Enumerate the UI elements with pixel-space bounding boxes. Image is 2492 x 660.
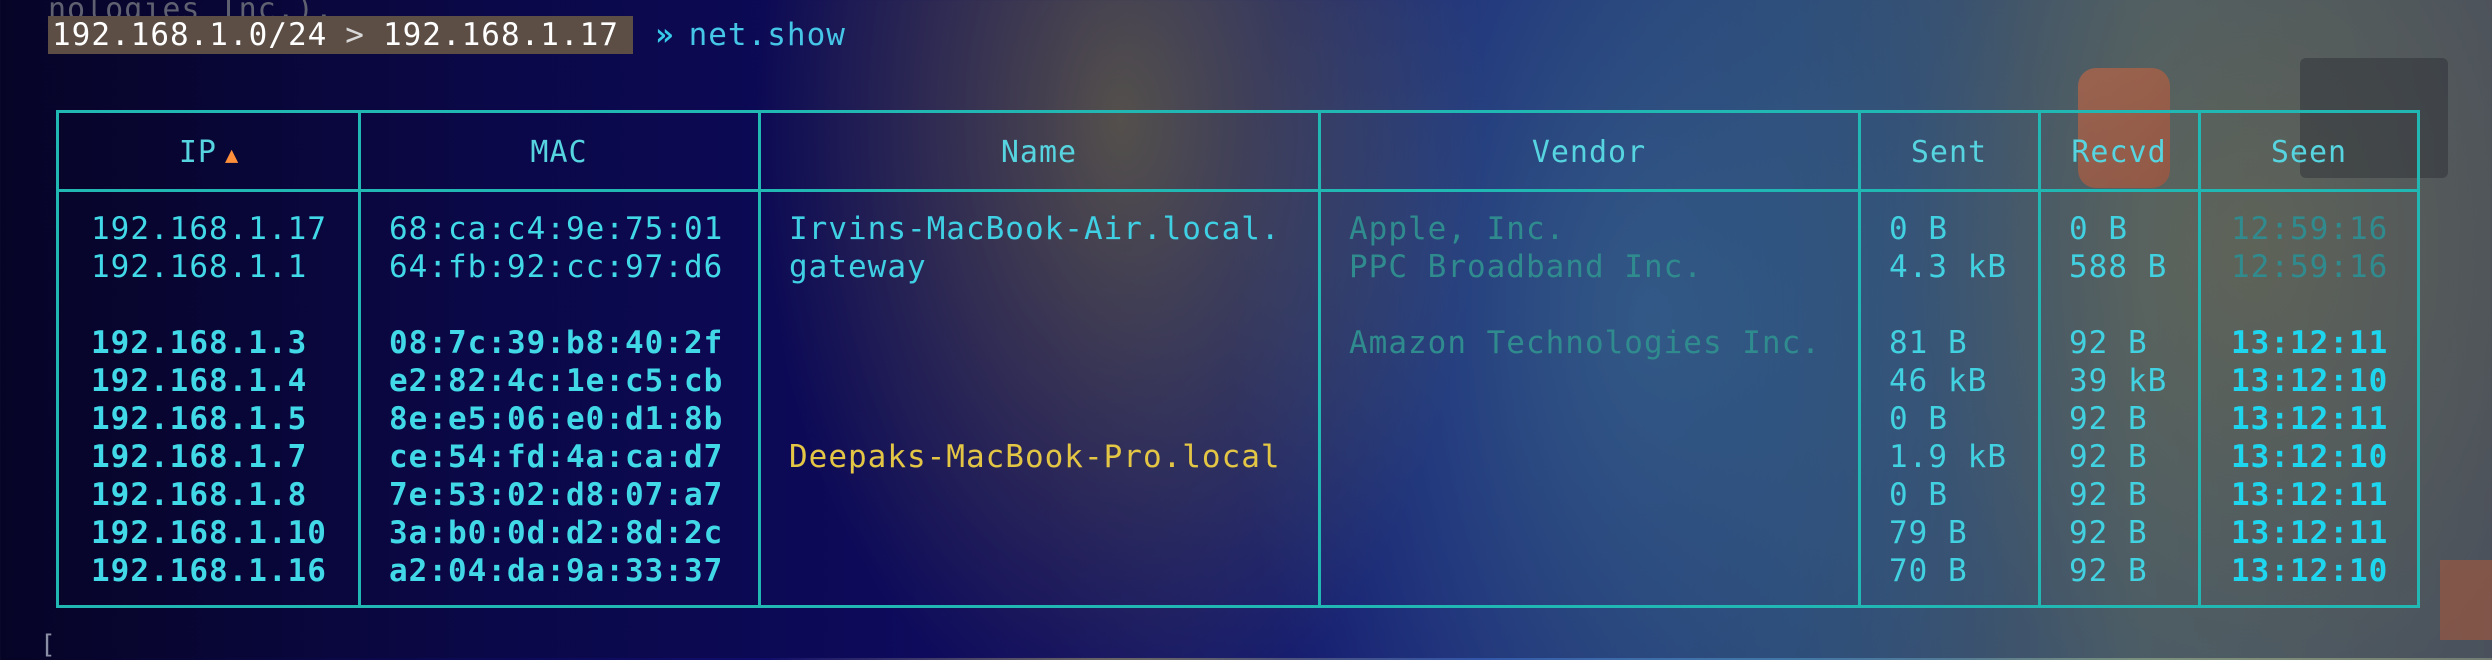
hosts-table: IP ▲ MAC Name Vendor Sent Recvd Seen 192.… bbox=[56, 110, 2420, 608]
cell-vendor: Apple, Inc. bbox=[1349, 211, 1566, 247]
cell-ip: 192.168.1.17 bbox=[91, 211, 327, 247]
bettercap-prompt: 192.168.1.0/24 > 192.168.1.17 » net.show bbox=[48, 16, 846, 54]
desktop-thumbnail-bottom bbox=[2440, 560, 2492, 640]
column-header-mac[interactable]: MAC bbox=[359, 135, 759, 170]
cell-name: gateway bbox=[789, 249, 927, 285]
cell-mac: e2:82:4c:1e:c5:cb bbox=[389, 363, 724, 399]
cell-sent: 0 B bbox=[1889, 211, 1948, 247]
cell-mac: 68:ca:c4:9e:75:01 bbox=[389, 211, 724, 247]
cell-recvd: 92 B bbox=[2069, 477, 2148, 513]
terminal-window[interactable]: nologies Inc.). 192.168.1.0/24 > 192.168… bbox=[0, 0, 2492, 660]
sort-ascending-icon: ▲ bbox=[224, 143, 240, 168]
cell-sent: 46 kB bbox=[1889, 363, 1988, 399]
cell-mac: a2:04:da:9a:33:37 bbox=[389, 553, 724, 589]
cell-ip: 192.168.1.5 bbox=[91, 401, 308, 437]
cell-recvd: 92 B bbox=[2069, 325, 2148, 361]
cell-recvd: 92 B bbox=[2069, 401, 2148, 437]
prompt-arrow-icon: » bbox=[654, 17, 675, 53]
cell-seen: 13:12:11 bbox=[2231, 477, 2389, 513]
column-divider bbox=[2038, 113, 2041, 605]
column-header-ip-label: IP bbox=[178, 135, 217, 170]
cell-mac: 8e:e5:06:e0:d1:8b bbox=[389, 401, 724, 437]
cell-ip: 192.168.1.3 bbox=[91, 325, 308, 361]
cell-recvd: 92 B bbox=[2069, 553, 2148, 589]
column-header-vendor[interactable]: Vendor bbox=[1319, 135, 1859, 170]
cell-recvd: 39 kB bbox=[2069, 363, 2168, 399]
cell-seen: 13:12:10 bbox=[2231, 363, 2389, 399]
header-divider bbox=[59, 189, 2417, 192]
command-text[interactable]: net.show bbox=[689, 17, 846, 53]
cell-vendor: PPC Broadband Inc. bbox=[1349, 249, 1703, 285]
cell-mac: 64:fb:92:cc:97:d6 bbox=[389, 249, 724, 285]
cell-recvd: 92 B bbox=[2069, 439, 2148, 475]
cell-ip: 192.168.1.7 bbox=[91, 439, 308, 475]
cell-sent: 70 B bbox=[1889, 553, 1968, 589]
cell-recvd: 92 B bbox=[2069, 515, 2148, 551]
column-divider bbox=[2198, 113, 2201, 605]
cell-mac: 7e:53:02:d8:07:a7 bbox=[389, 477, 724, 513]
cell-name: Irvins-MacBook-Air.local. bbox=[789, 211, 1281, 247]
cell-recvd: 0 B bbox=[2069, 211, 2128, 247]
cell-vendor: Amazon Technologies Inc. bbox=[1349, 325, 1821, 361]
cell-mac: 08:7c:39:b8:40:2f bbox=[389, 325, 724, 361]
cell-sent: 4.3 kB bbox=[1889, 249, 2007, 285]
cell-ip: 192.168.1.8 bbox=[91, 477, 308, 513]
cell-ip: 192.168.1.10 bbox=[91, 515, 327, 551]
prompt-subnet: 192.168.1.0/24 bbox=[52, 17, 328, 53]
cell-sent: 79 B bbox=[1889, 515, 1968, 551]
column-header-seen[interactable]: Seen bbox=[2199, 135, 2419, 170]
terminal-cursor[interactable]: [ bbox=[40, 630, 56, 660]
column-divider bbox=[358, 113, 361, 605]
cell-ip: 192.168.1.16 bbox=[91, 553, 327, 589]
cell-seen: 13:12:11 bbox=[2231, 401, 2389, 437]
column-divider bbox=[758, 113, 761, 605]
cell-ip: 192.168.1.4 bbox=[91, 363, 308, 399]
cell-seen: 13:12:10 bbox=[2231, 553, 2389, 589]
prompt-host: 192.168.1.17 bbox=[382, 17, 619, 53]
column-header-sent[interactable]: Sent bbox=[1859, 135, 2039, 170]
cell-recvd: 588 B bbox=[2069, 249, 2168, 285]
prompt-separator: > bbox=[345, 17, 365, 53]
cell-seen: 12:59:16 bbox=[2231, 249, 2389, 285]
cell-mac: 3a:b0:0d:d2:8d:2c bbox=[389, 515, 724, 551]
cell-sent: 1.9 kB bbox=[1889, 439, 2007, 475]
cell-seen: 13:12:11 bbox=[2231, 515, 2389, 551]
column-header-name[interactable]: Name bbox=[759, 135, 1319, 170]
cell-ip: 192.168.1.1 bbox=[91, 249, 308, 285]
column-header-recvd[interactable]: Recvd bbox=[2039, 135, 2199, 170]
cell-seen: 13:12:10 bbox=[2231, 439, 2389, 475]
prompt-context: 192.168.1.0/24 > 192.168.1.17 bbox=[48, 16, 633, 54]
cell-name: Deepaks-MacBook-Pro.local bbox=[789, 439, 1281, 475]
cell-seen: 12:59:16 bbox=[2231, 211, 2389, 247]
cell-sent: 81 B bbox=[1889, 325, 1968, 361]
cell-sent: 0 B bbox=[1889, 401, 1948, 437]
column-divider bbox=[1318, 113, 1321, 605]
cell-sent: 0 B bbox=[1889, 477, 1948, 513]
cell-seen: 13:12:11 bbox=[2231, 325, 2389, 361]
column-divider bbox=[1858, 113, 1861, 605]
cell-mac: ce:54:fd:4a:ca:d7 bbox=[389, 439, 724, 475]
column-header-ip[interactable]: IP ▲ bbox=[59, 135, 359, 170]
